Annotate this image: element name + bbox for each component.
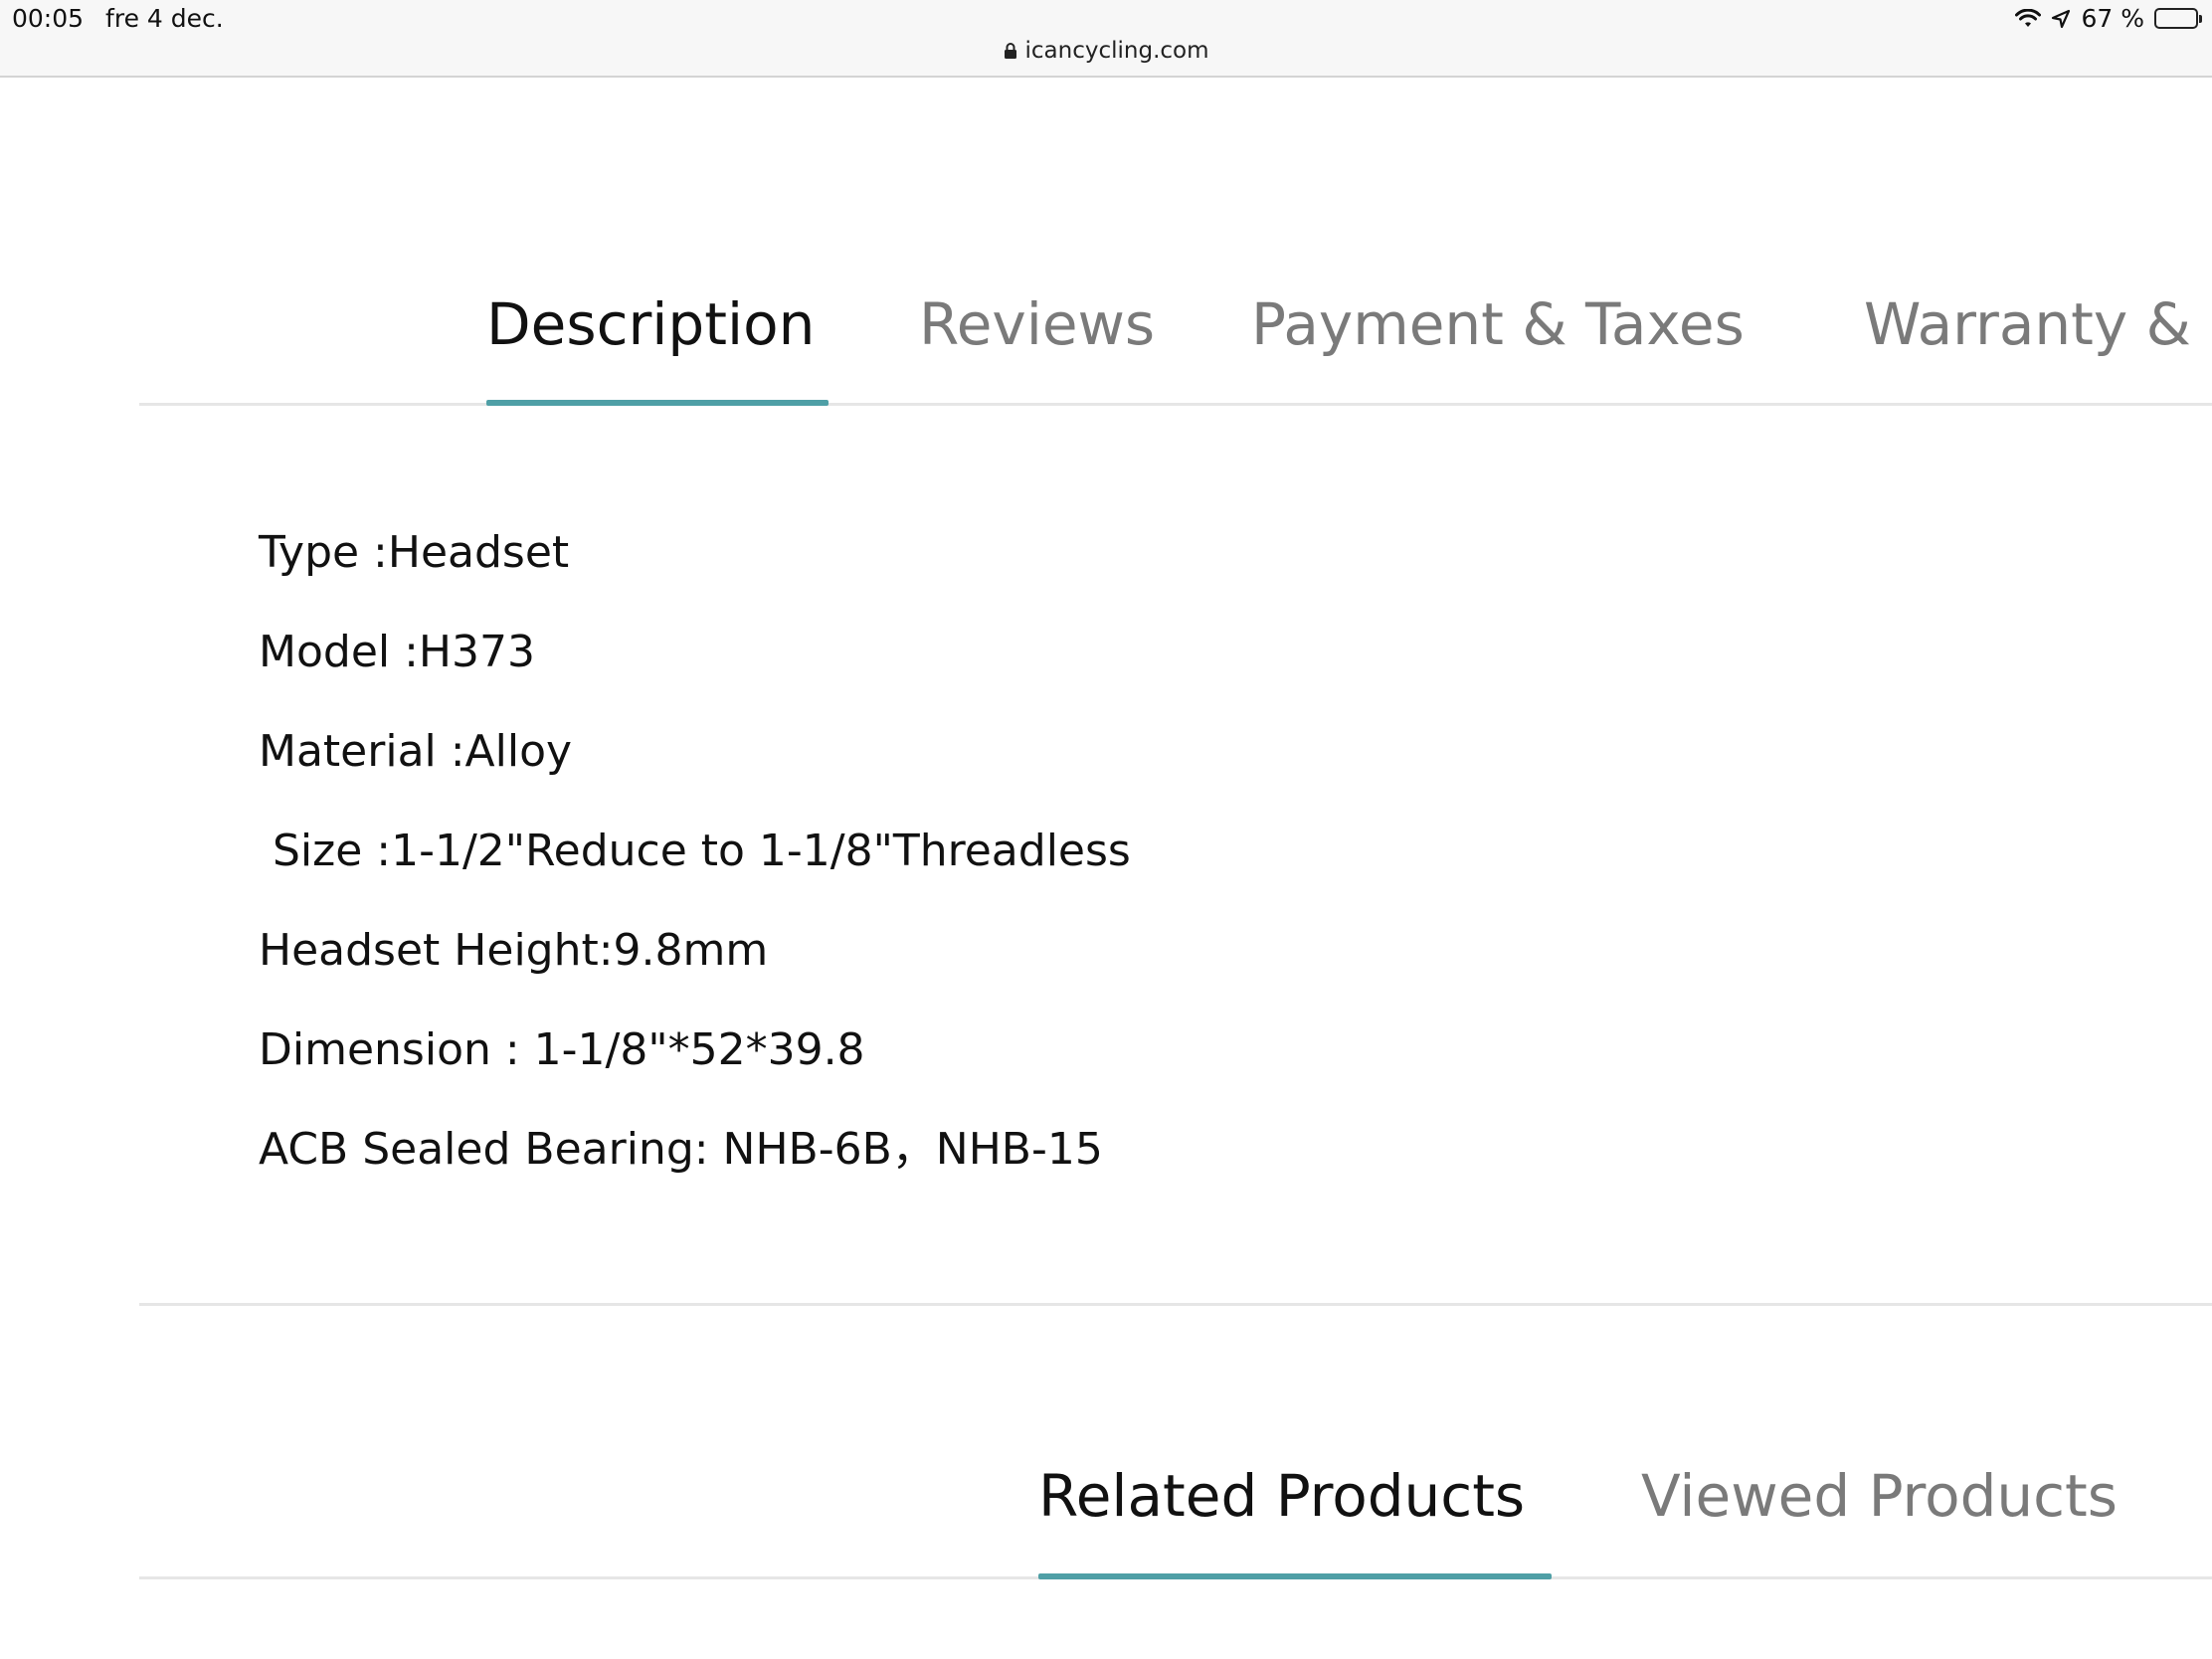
- related-tab-active-indicator: [1038, 1573, 1552, 1579]
- product-description: Type :Headset Model :H373 Material :Allo…: [259, 523, 1131, 1219]
- tab-related-products[interactable]: Related Products: [1038, 1462, 1525, 1530]
- lock-icon: [1004, 42, 1017, 60]
- status-left: 00:05 fre 4 dec.: [12, 4, 224, 33]
- tab-active-indicator: [486, 400, 829, 406]
- status-right: 67 %: [2015, 4, 2202, 33]
- tab-warranty[interactable]: Warranty &: [1864, 290, 2191, 358]
- tab-description[interactable]: Description: [486, 290, 815, 358]
- spec-dimension: Dimension : 1-1/8"*52*39.8: [259, 1024, 865, 1075]
- status-date: fre 4 dec.: [105, 4, 224, 33]
- status-time: 00:05: [12, 4, 85, 33]
- wifi-icon: [2015, 8, 2042, 29]
- related-products-tabs: Related Products Viewed Products: [139, 1462, 2212, 1579]
- tab-payment-taxes[interactable]: Payment & Taxes: [1251, 290, 1745, 358]
- spec-material: Material :Alloy: [259, 726, 573, 777]
- spec-model: Model :H373: [259, 627, 535, 677]
- url-text[interactable]: icancycling.com: [1025, 38, 1209, 64]
- battery-icon: [2154, 8, 2202, 29]
- spec-type: Type :Headset: [259, 527, 570, 578]
- battery-percentage: 67 %: [2081, 4, 2144, 33]
- spec-bearing: ACB Sealed Bearing: NHB-6B，NHB-15: [259, 1124, 1103, 1175]
- spec-size: Size :1-1/2"Reduce to 1-1/8"Threadless: [259, 826, 1131, 876]
- product-info-tabs: Description Reviews Payment & Taxes Warr…: [139, 290, 2212, 406]
- spec-headset-height: Headset Height:9.8mm: [259, 925, 769, 976]
- tab-reviews[interactable]: Reviews: [919, 290, 1155, 358]
- status-bar: 00:05 fre 4 dec. 67 % icancycling.com: [0, 0, 2212, 78]
- tab-viewed-products[interactable]: Viewed Products: [1641, 1462, 2118, 1530]
- section-divider: [139, 1303, 2212, 1306]
- address-bar[interactable]: icancycling.com: [0, 38, 2212, 64]
- location-icon: [2051, 9, 2071, 29]
